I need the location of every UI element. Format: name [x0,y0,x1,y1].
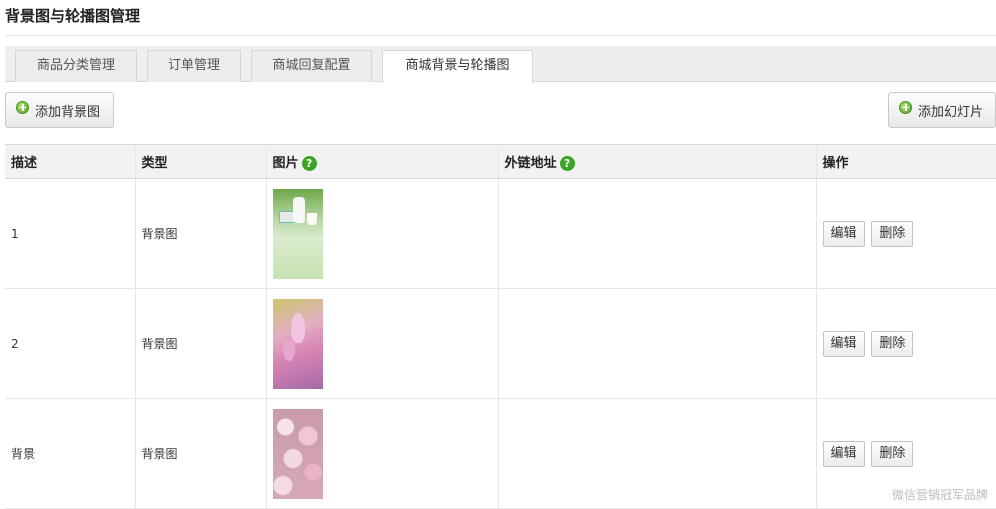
tab-reply-config[interactable]: 商城回复配置 [251,50,372,82]
tab-order-management[interactable]: 订单管理 [147,50,241,82]
column-type: 类型 [135,144,267,179]
row-description: 1 [5,178,136,289]
row-link [498,178,817,289]
page-title: 背景图与轮播图管理 [5,7,141,25]
add-background-button[interactable]: 添加背景图 [5,92,114,128]
row-type: 背景图 [135,178,267,289]
title-divider [5,35,996,36]
add-icon [16,100,29,114]
add-icon [899,100,912,114]
watermark: 微信营销冠军品牌 [891,488,988,502]
table-header-row: 描述 类型 图片? 外链地址? 操作 [5,144,996,179]
table-row: 1 背景图 编辑 删除 [5,178,996,289]
add-slide-button[interactable]: 添加幻灯片 [888,92,996,128]
edit-button[interactable]: 编辑 [822,330,865,357]
row-link [498,398,817,509]
column-actions: 操作 [816,144,996,179]
background-thumbnail [272,408,323,499]
delete-button[interactable]: 删除 [871,220,914,247]
background-thumbnail [272,188,323,279]
help-icon[interactable]: ? [301,156,317,171]
column-image: 图片? [266,144,499,179]
tab-category-management[interactable]: 商品分类管理 [15,50,137,82]
column-description: 描述 [5,144,136,179]
row-description: 背景 [5,398,136,509]
delete-button[interactable]: 删除 [871,330,914,357]
background-thumbnail [272,298,323,389]
row-description: 2 [5,288,136,399]
edit-button[interactable]: 编辑 [822,440,865,467]
image-table: 描述 类型 图片? 外链地址? 操作 1 背景图 编辑 删除 2 背景图 编辑 … [5,144,996,509]
add-background-label: 添加背景图 [35,104,101,120]
column-link: 外链地址? [498,144,817,179]
row-type: 背景图 [135,398,267,509]
edit-button[interactable]: 编辑 [822,220,865,247]
tab-background-carousel[interactable]: 商城背景与轮播图 [382,50,533,83]
help-icon[interactable]: ? [559,156,575,171]
row-type: 背景图 [135,288,267,399]
table-row: 背景 背景图 编辑 删除 [5,398,996,509]
table-row: 2 背景图 编辑 删除 [5,288,996,399]
add-slide-label: 添加幻灯片 [918,104,984,120]
delete-button[interactable]: 删除 [871,440,914,467]
row-link [498,288,817,399]
tab-bar: 商品分类管理 订单管理 商城回复配置 商城背景与轮播图 [5,46,996,83]
